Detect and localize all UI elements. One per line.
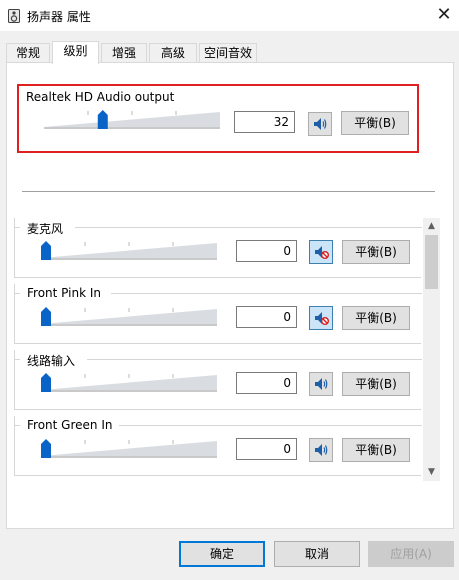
master-mute-button[interactable] bbox=[308, 112, 332, 136]
device-label: Front Pink In bbox=[25, 286, 103, 300]
device-mute-button[interactable] bbox=[309, 306, 333, 330]
list-item: 线路输入 0 平衡(B) bbox=[14, 350, 422, 410]
ok-button[interactable]: 确定 bbox=[179, 541, 265, 567]
speaker-icon bbox=[315, 444, 328, 456]
device-label: 麦克风 bbox=[25, 220, 66, 237]
device-balance-button[interactable]: 平衡(B) bbox=[342, 306, 410, 330]
separator bbox=[22, 191, 435, 192]
speaker-muted-icon bbox=[315, 246, 329, 259]
device-balance-button[interactable]: 平衡(B) bbox=[342, 372, 410, 396]
window-title: 扬声器 属性 bbox=[27, 10, 91, 24]
tab-levels[interactable]: 级别 bbox=[52, 41, 99, 64]
list-item: 麦克风 0 平衡(B) bbox=[14, 218, 422, 278]
chevron-down-icon[interactable]: ▼ bbox=[423, 464, 440, 481]
device-volume-input[interactable]: 0 bbox=[236, 438, 297, 460]
list-item: Front Green In 0 平衡(B) bbox=[14, 416, 422, 476]
chevron-up-icon[interactable]: ▲ bbox=[423, 218, 440, 235]
device-balance-button[interactable]: 平衡(B) bbox=[342, 438, 410, 462]
close-icon: ✕ bbox=[436, 4, 452, 25]
cancel-button[interactable]: 取消 bbox=[274, 541, 360, 567]
device-mute-button[interactable] bbox=[309, 240, 333, 264]
master-output-label: Realtek HD Audio output bbox=[24, 90, 177, 104]
device-group-line bbox=[87, 359, 422, 360]
slider-track bbox=[41, 390, 217, 392]
device-balance-button[interactable]: 平衡(B) bbox=[342, 240, 410, 264]
tab-general[interactable]: 常规 bbox=[6, 43, 50, 63]
slider-thumb bbox=[41, 307, 51, 326]
device-volume-slider[interactable] bbox=[39, 372, 219, 394]
device-group-line bbox=[15, 227, 20, 228]
device-group-line bbox=[15, 425, 20, 426]
master-volume-input[interactable]: 32 bbox=[234, 111, 295, 133]
slider-track bbox=[41, 324, 217, 326]
master-volume-slider[interactable] bbox=[42, 109, 222, 131]
device-group-line bbox=[119, 425, 422, 426]
scrollbar-thumb[interactable] bbox=[425, 235, 438, 289]
title-bar: 扬声器 属性 ✕ bbox=[0, 0, 459, 31]
tab-advanced[interactable]: 高级 bbox=[149, 43, 197, 63]
slider-thumb bbox=[97, 110, 108, 129]
tab-spatial-sound[interactable]: 空间音效 bbox=[199, 43, 257, 63]
slider-thumb bbox=[41, 241, 51, 260]
apply-button[interactable]: 应用(A) bbox=[368, 541, 454, 567]
device-mute-button[interactable] bbox=[309, 372, 333, 396]
device-label: Front Green In bbox=[25, 418, 115, 432]
master-balance-button[interactable]: 平衡(B) bbox=[341, 111, 409, 135]
tab-enhancements[interactable]: 增强 bbox=[101, 43, 147, 63]
device-volume-slider[interactable] bbox=[39, 240, 219, 262]
slider-track bbox=[44, 127, 220, 129]
speaker-icon bbox=[315, 378, 328, 390]
device-volume-slider[interactable] bbox=[39, 306, 219, 328]
device-group-line bbox=[15, 293, 20, 294]
speaker-muted-icon bbox=[315, 312, 329, 325]
speaker-icon bbox=[314, 118, 327, 130]
list-item: Front Pink In 0 平衡(B) bbox=[14, 284, 422, 344]
speaker-properties-icon bbox=[8, 9, 20, 23]
close-button[interactable]: ✕ bbox=[433, 5, 455, 27]
device-group-line bbox=[75, 227, 422, 228]
device-label: 线路输入 bbox=[25, 352, 78, 369]
slider-track bbox=[41, 258, 217, 260]
scrollbar[interactable]: ▲ ▼ bbox=[423, 218, 440, 481]
device-group-line bbox=[15, 359, 20, 360]
device-volume-input[interactable]: 0 bbox=[236, 306, 297, 328]
device-volume-input[interactable]: 0 bbox=[236, 372, 297, 394]
device-volume-slider[interactable] bbox=[39, 438, 219, 460]
slider-track bbox=[41, 456, 217, 458]
slider-thumb bbox=[41, 373, 51, 392]
device-list[interactable]: 麦克风 0 平衡(B) Front Pink In 0 平衡(B) 线路输入 0… bbox=[14, 218, 440, 481]
device-group-line bbox=[111, 293, 422, 294]
slider-thumb bbox=[41, 439, 51, 458]
device-volume-input[interactable]: 0 bbox=[236, 240, 297, 262]
device-mute-button[interactable] bbox=[309, 438, 333, 462]
